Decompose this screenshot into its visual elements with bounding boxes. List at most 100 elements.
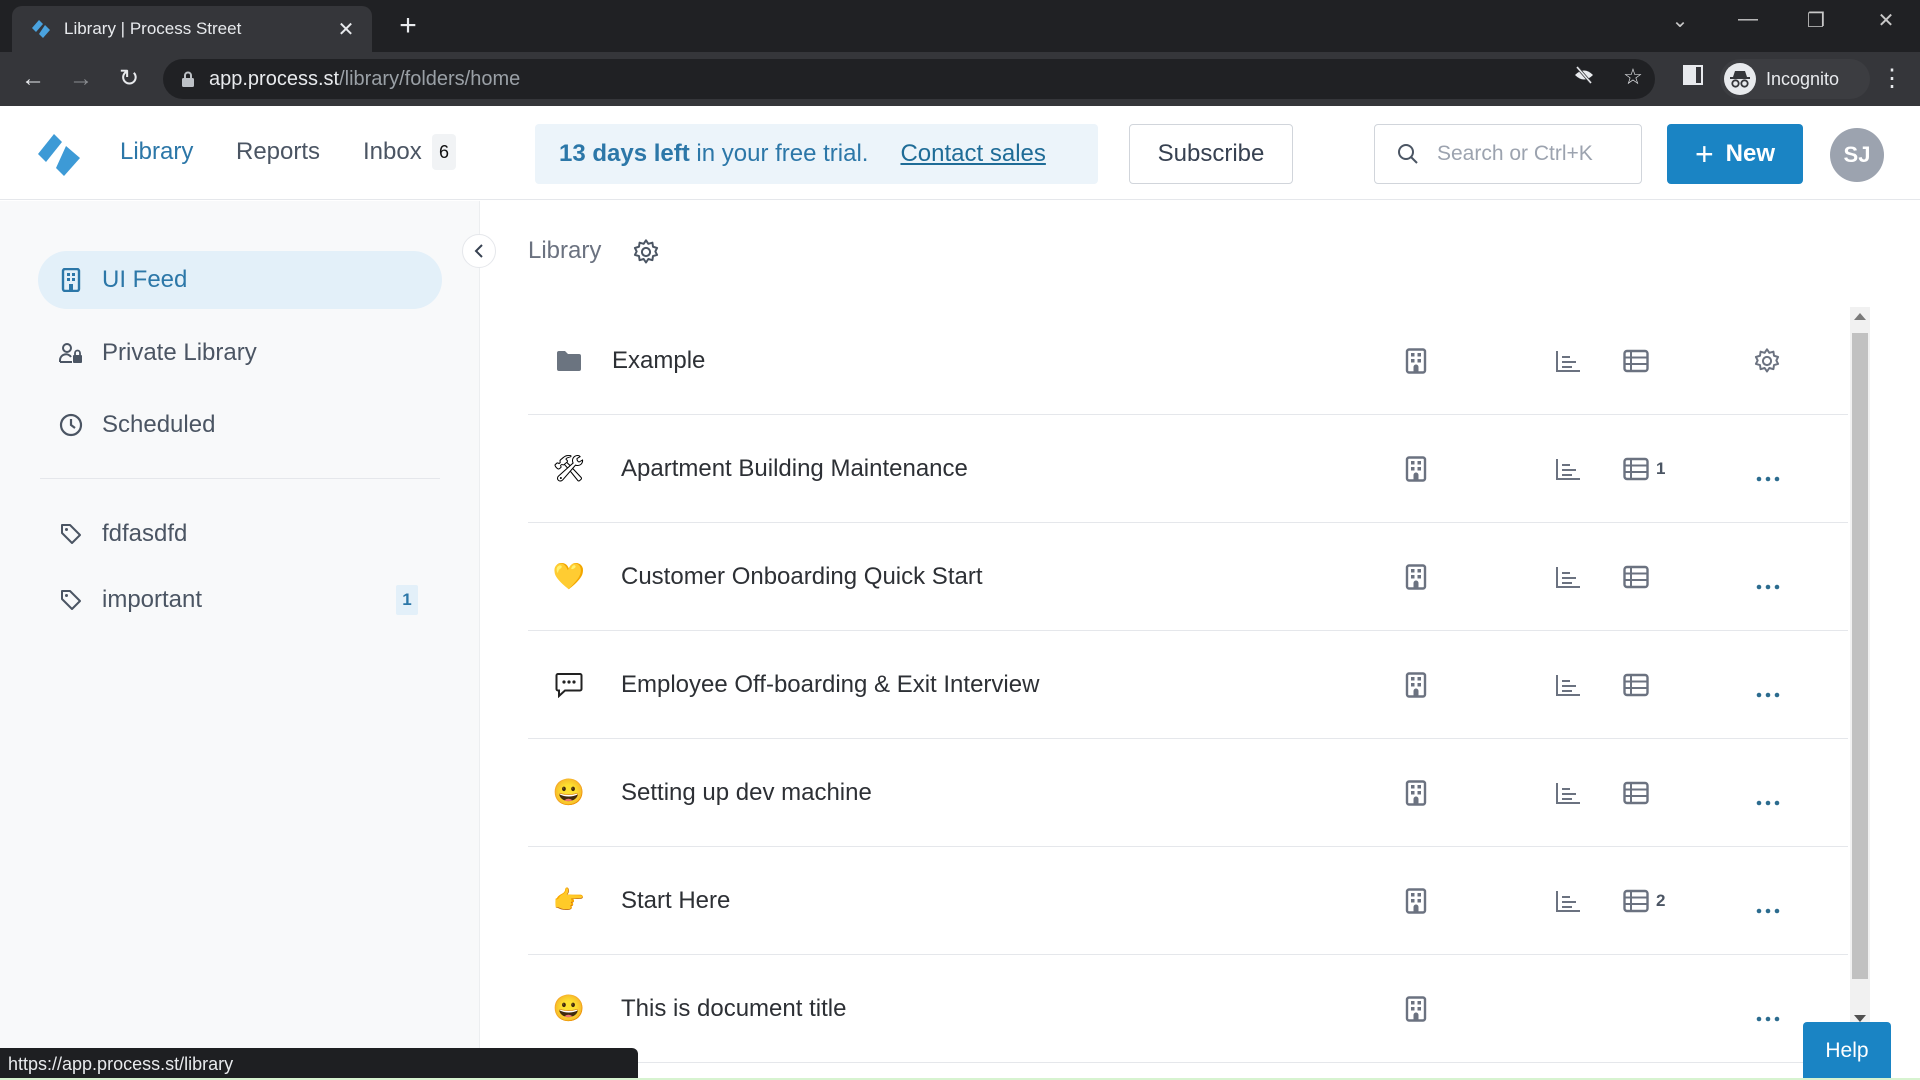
scroll-down-arrow-icon[interactable]	[1854, 1015, 1866, 1022]
row-title[interactable]: Start Here	[621, 887, 730, 915]
building-icon[interactable]	[1405, 779, 1427, 806]
browser-tab[interactable]: Library | Process Street ✕	[12, 6, 372, 52]
tab-close-icon[interactable]: ✕	[334, 17, 358, 42]
list-item[interactable]: 😀 This is document title	[528, 955, 1848, 1063]
row-title[interactable]: This is document title	[621, 995, 846, 1023]
hammer-wrench-icon: 🛠	[552, 453, 586, 483]
subscribe-button[interactable]: Subscribe	[1129, 124, 1293, 184]
side-panel-icon[interactable]	[1678, 64, 1708, 92]
scroll-up-arrow-icon[interactable]	[1854, 313, 1866, 320]
minimize-icon[interactable]: —	[1728, 8, 1768, 31]
app-header: Library Reports Inbox 6 13 days left in …	[0, 106, 1920, 200]
tag-icon	[58, 521, 84, 547]
url-host: app.process.st	[209, 67, 340, 90]
row-title[interactable]: Apartment Building Maintenance	[621, 455, 968, 483]
tag-icon	[58, 587, 84, 613]
data-table-icon[interactable]	[1623, 673, 1649, 697]
nav-library[interactable]: Library	[120, 138, 193, 166]
list-item[interactable]: 😀 Setting up dev machine	[528, 739, 1848, 847]
row-title[interactable]: Customer Onboarding Quick Start	[621, 563, 983, 591]
data-table-icon[interactable]	[1623, 457, 1649, 481]
more-options-icon[interactable]	[1755, 903, 1781, 914]
process-street-favicon	[32, 20, 50, 38]
nav-inbox[interactable]: Inbox	[363, 138, 422, 166]
process-street-logo[interactable]	[34, 132, 84, 178]
restore-icon[interactable]: ❐	[1796, 8, 1836, 33]
list-item[interactable]: 💛 Customer Onboarding Quick Start	[528, 523, 1848, 631]
building-icon[interactable]	[1405, 671, 1427, 698]
list-item[interactable]: Employee Off-boarding & Exit Interview	[528, 631, 1848, 739]
sidebar-tag-important[interactable]: important 1	[38, 571, 442, 629]
sidebar-divider	[40, 478, 440, 479]
sidebar-tag-label: important	[102, 586, 203, 613]
sidebar-item-ui-feed[interactable]: UI Feed	[38, 251, 442, 309]
search-box[interactable]	[1374, 124, 1642, 184]
trial-days-left: 13 days left	[559, 140, 690, 167]
pointing-hand-icon: 👉	[552, 885, 586, 915]
reports-chart-icon[interactable]	[1555, 889, 1581, 913]
user-avatar[interactable]: SJ	[1830, 128, 1884, 182]
url-path: /library/folders/home	[339, 67, 521, 90]
tab-search-icon[interactable]: ⌄	[1660, 8, 1700, 33]
sidebar-item-private-library[interactable]: Private Library	[38, 324, 442, 382]
data-table-icon[interactable]	[1623, 889, 1649, 913]
tab-title: Library | Process Street	[64, 19, 242, 38]
reports-chart-icon[interactable]	[1555, 565, 1581, 589]
breadcrumb[interactable]: Library	[528, 237, 601, 265]
contact-sales-link[interactable]: Contact sales	[900, 140, 1045, 168]
row-title[interactable]: Employee Off-boarding & Exit Interview	[621, 671, 1039, 699]
reload-icon[interactable]: ↻	[114, 64, 144, 94]
grinning-face-icon: 😀	[552, 993, 586, 1023]
folder-settings-gear-icon[interactable]	[1753, 347, 1781, 375]
chevron-left-icon	[474, 244, 483, 258]
reports-chart-icon[interactable]	[1555, 457, 1581, 481]
sidebar-item-label: UI Feed	[102, 266, 188, 293]
row-title[interactable]: Example	[612, 347, 705, 375]
more-options-icon[interactable]	[1755, 1011, 1781, 1022]
inbox-count-badge: 6	[432, 134, 456, 170]
building-icon[interactable]	[1405, 347, 1427, 374]
nav-reports[interactable]: Reports	[236, 138, 320, 166]
browser-menu-icon[interactable]: ⋮	[1880, 64, 1904, 94]
browser-status-url: https://app.process.st/library	[0, 1048, 638, 1080]
building-icon[interactable]	[1405, 455, 1427, 482]
list-item[interactable]: 🛠 Apartment Building Maintenance 1	[528, 415, 1848, 523]
more-options-icon[interactable]	[1755, 471, 1781, 482]
help-button[interactable]: Help	[1803, 1022, 1891, 1080]
list-item[interactable]: 👉 Start Here 2	[528, 847, 1848, 955]
incognito-icon	[1724, 63, 1756, 95]
folder-row[interactable]: Example	[528, 307, 1848, 415]
building-icon[interactable]	[1405, 563, 1427, 590]
library-settings-gear-icon[interactable]	[632, 238, 660, 266]
data-table-icon[interactable]	[1623, 781, 1649, 805]
incognito-profile-button[interactable]: Incognito	[1720, 59, 1870, 99]
data-table-icon[interactable]	[1623, 349, 1649, 373]
search-input[interactable]	[1437, 142, 1627, 166]
back-icon[interactable]: ←	[18, 64, 48, 94]
new-tab-icon[interactable]: +	[392, 10, 424, 42]
address-bar[interactable]: app.process.st/library/folders/home	[163, 59, 1655, 99]
collapse-sidebar-button[interactable]	[462, 234, 496, 268]
reports-chart-icon[interactable]	[1555, 349, 1581, 373]
eye-slash-icon[interactable]	[1569, 64, 1599, 92]
more-options-icon[interactable]	[1755, 687, 1781, 698]
more-options-icon[interactable]	[1755, 795, 1781, 806]
building-icon[interactable]	[1405, 887, 1427, 914]
close-window-icon[interactable]: ✕	[1866, 8, 1906, 33]
content-scrollbar[interactable]	[1850, 307, 1870, 1027]
more-options-icon[interactable]	[1755, 579, 1781, 590]
browser-toolbar: ← → ↻ app.process.st/library/folders/hom…	[0, 52, 1920, 106]
scrollbar-thumb[interactable]	[1852, 333, 1868, 979]
reports-chart-icon[interactable]	[1555, 673, 1581, 697]
folder-icon	[552, 344, 586, 378]
reports-chart-icon[interactable]	[1555, 781, 1581, 805]
new-button[interactable]: + New	[1667, 124, 1803, 184]
sidebar-item-scheduled[interactable]: Scheduled	[38, 396, 442, 454]
sidebar-tag-fdfasdfd[interactable]: fdfasdfd	[38, 505, 442, 563]
incognito-label: Incognito	[1766, 68, 1840, 89]
bookmark-star-icon[interactable]: ☆	[1618, 64, 1648, 90]
row-title[interactable]: Setting up dev machine	[621, 779, 872, 807]
building-icon[interactable]	[1405, 995, 1427, 1022]
data-table-icon[interactable]	[1623, 565, 1649, 589]
forward-icon[interactable]: →	[66, 64, 96, 94]
